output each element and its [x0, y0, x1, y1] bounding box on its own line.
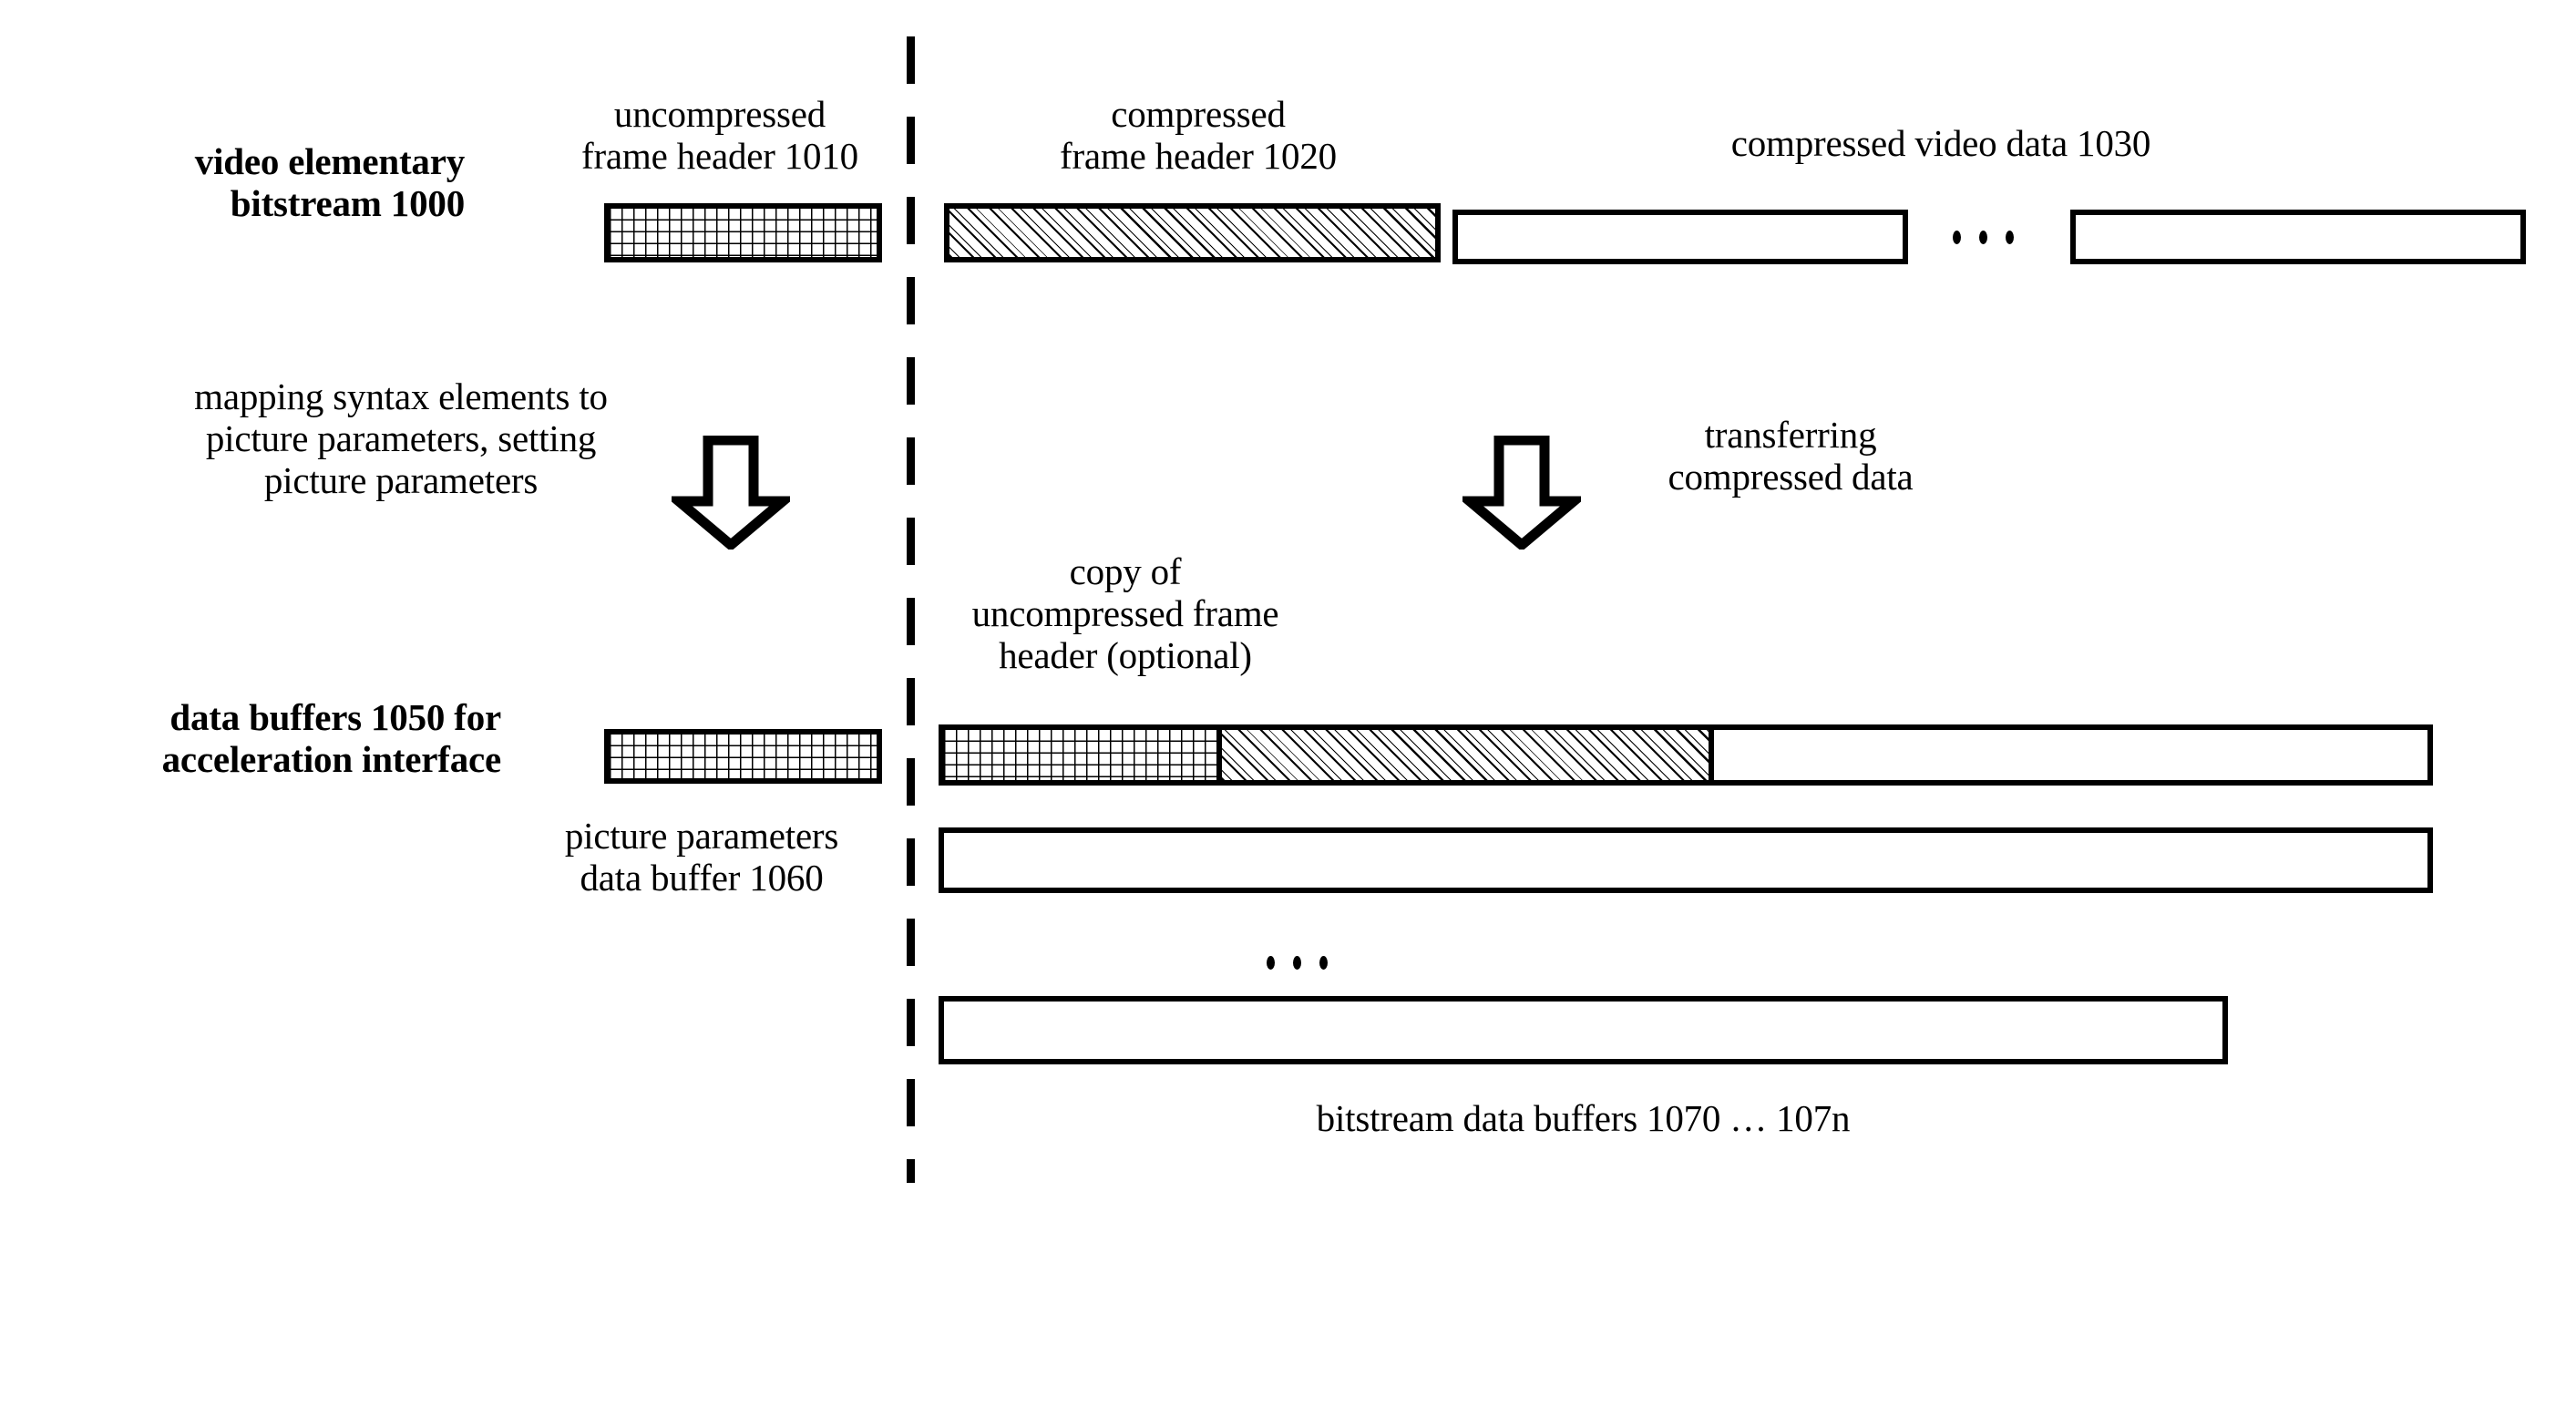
figure-canvas: video elementary bitstream 1000 uncompre…	[0, 0, 2576, 1428]
bitstream-data-buffer-box-2	[939, 827, 2433, 893]
mapping-syntax-elements-caption: mapping syntax elements to picture param…	[194, 375, 608, 501]
compressed-video-data-box-1	[1452, 210, 1908, 264]
compressed-frame-header-box	[944, 203, 1441, 262]
video-elementary-bitstream-label: video elementary bitstream 1000	[194, 140, 465, 224]
transferring-compressed-data-caption: transferring compressed data	[1668, 414, 1914, 498]
compressed-video-data-label: compressed video data 1030	[1730, 122, 2151, 164]
buffer-1070-uncompressed-header-segment	[944, 730, 1222, 780]
copy-of-uncompressed-frame-header-label: copy of uncompressed frame header (optio…	[971, 550, 1279, 676]
uncompressed-frame-header-label: uncompressed frame header 1010	[581, 93, 858, 177]
picture-parameters-data-buffer-box	[604, 729, 882, 784]
buffer-1070-compressed-data-segment	[1714, 730, 2427, 780]
picture-parameters-data-buffer-label: picture parameters data buffer 1060	[564, 815, 839, 899]
transferring-down-arrow	[1462, 436, 1581, 550]
bitstream-data-buffer-1070-box	[939, 724, 2433, 786]
data-buffers-label: data buffers 1050 for acceleration inter…	[161, 696, 502, 780]
buffers-ellipsis	[1267, 956, 1328, 970]
buffer-1070-compressed-header-segment	[1222, 730, 1714, 780]
bitstream-ellipsis	[1953, 231, 2014, 244]
compressed-frame-header-label: compressed frame header 1020	[1060, 93, 1337, 177]
compressed-video-data-box-2	[2070, 210, 2526, 264]
mapping-down-arrow	[672, 436, 790, 550]
uncompressed-frame-header-box	[604, 203, 882, 262]
bitstream-data-buffer-box-n	[939, 996, 2228, 1064]
bitstream-data-buffers-label: bitstream data buffers 1070 … 107n	[1316, 1097, 1851, 1139]
